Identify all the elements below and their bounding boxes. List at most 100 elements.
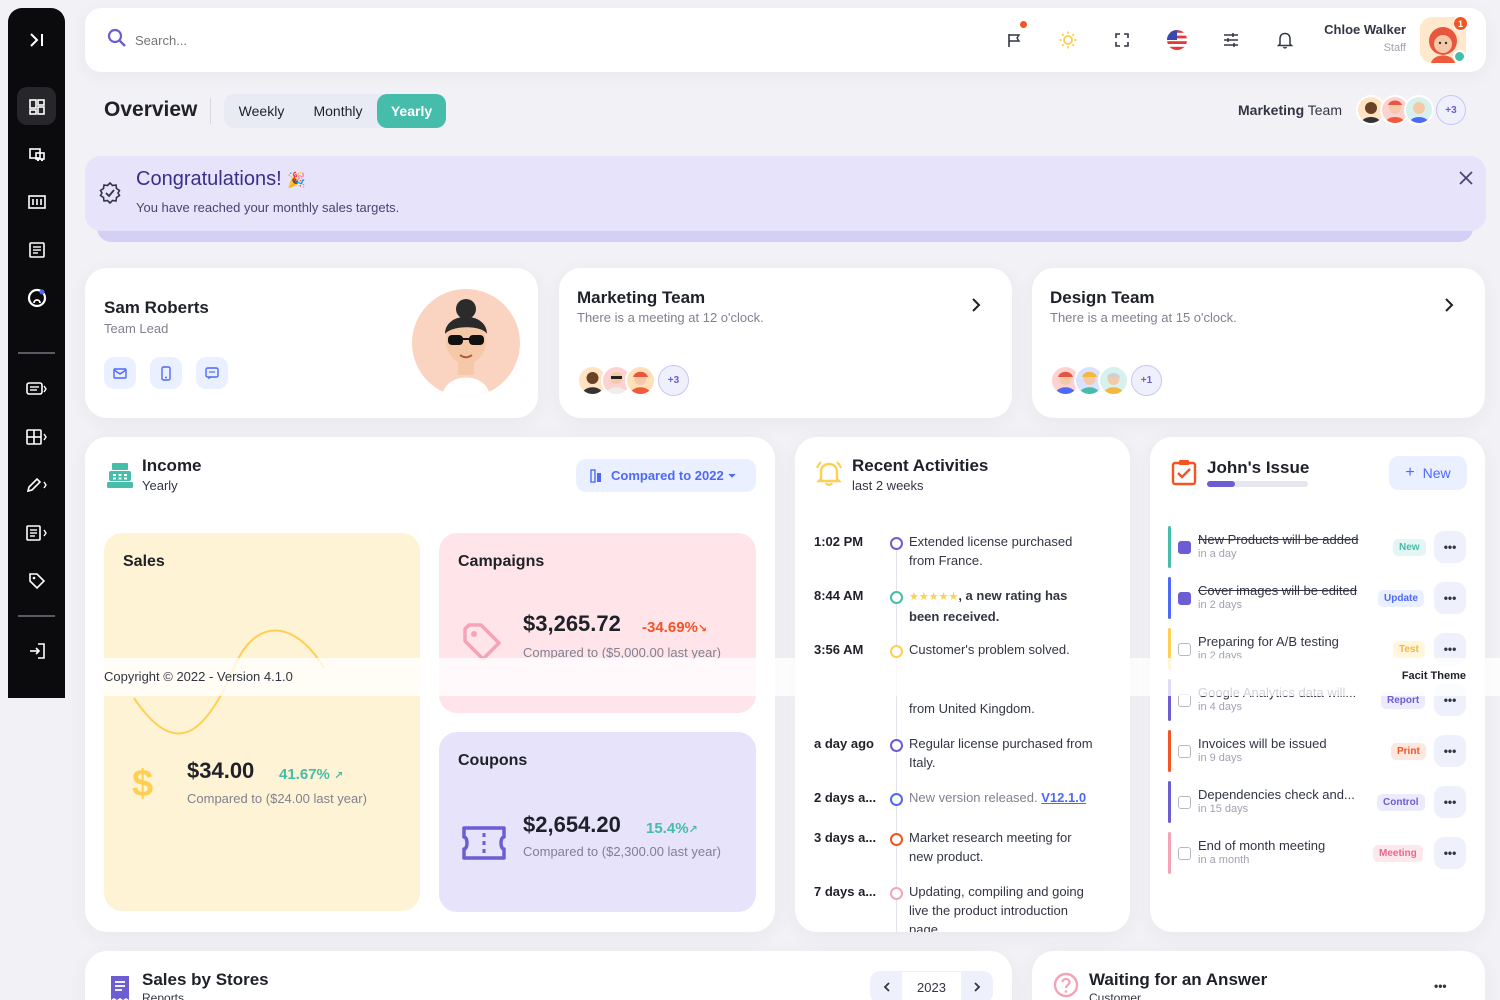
activity-time: 2 days a... [814, 790, 877, 805]
compare-icon [590, 468, 601, 483]
selected-year: 2023 [902, 971, 961, 1000]
question-circle-icon [1053, 972, 1079, 998]
sidebar-item-github[interactable] [8, 278, 65, 318]
sidebar-item-tags[interactable] [8, 561, 65, 601]
issue-checkbox[interactable] [1178, 643, 1191, 656]
activity-time: 1:02 PM [814, 534, 864, 549]
flag-button[interactable] [1000, 20, 1028, 54]
income-title: Income [142, 456, 202, 475]
sidebar-item-booking[interactable] [8, 134, 65, 174]
sidebar-item-dashboard[interactable] [8, 87, 65, 127]
activity-time: 8:44 AM [814, 588, 864, 603]
user-role: Staff [1383, 42, 1406, 54]
period-yearly[interactable]: Yearly [377, 94, 446, 128]
online-status-dot [1453, 50, 1466, 63]
issue-badge: Control [1377, 794, 1425, 811]
sidebar-divider [18, 615, 55, 617]
period-weekly[interactable]: Weekly [224, 94, 299, 128]
prev-year-button[interactable] [870, 971, 902, 1000]
car-icon [28, 148, 45, 162]
chat-icon [205, 366, 219, 379]
flag-badge [1019, 20, 1028, 29]
language-button[interactable] [1163, 26, 1191, 54]
message-button[interactable] [196, 357, 228, 389]
team-more-members[interactable]: +3 [658, 365, 689, 396]
email-button[interactable] [104, 357, 136, 389]
issue-checkbox[interactable] [1178, 592, 1191, 605]
trending-down-icon: ↘ [697, 623, 708, 635]
issue-badge: Update [1378, 590, 1424, 607]
sliders-icon [1224, 33, 1238, 47]
new-issue-button[interactable]: + New [1389, 456, 1467, 490]
version-link[interactable]: V12.1.0 [1041, 790, 1086, 805]
team-card-title: Marketing Team [577, 288, 706, 307]
flag-icon [1008, 34, 1021, 47]
team-more-members[interactable]: +1 [1131, 365, 1162, 396]
close-icon[interactable] [1459, 171, 1473, 185]
team-label-name: Marketing [1238, 102, 1305, 118]
issue-checkbox[interactable] [1178, 796, 1191, 809]
sidebar-item-edit[interactable] [8, 465, 65, 505]
chevron-right-icon[interactable] [971, 298, 981, 312]
next-year-button[interactable] [961, 971, 993, 1000]
plus-icon: + [1405, 464, 1415, 481]
search-input[interactable] [135, 30, 435, 50]
profile-avatar [412, 289, 520, 397]
activity-text: Extended license purchased from France. [909, 534, 1073, 568]
issue-more-button[interactable]: ••• [1434, 582, 1466, 614]
settings-button[interactable] [1217, 26, 1245, 54]
activity-text: New version released. V12.1.0 [909, 788, 1099, 807]
sun-icon [1059, 31, 1077, 49]
chevron-right-icon[interactable] [1444, 298, 1454, 312]
github-icon [27, 288, 46, 308]
brand-link[interactable]: Facit Theme [1402, 670, 1466, 682]
activities-subtitle: last 2 weeks [852, 478, 924, 493]
issue-badge: Print [1391, 743, 1426, 760]
issue-checkbox[interactable] [1178, 745, 1191, 758]
fullscreen-icon [1115, 33, 1129, 47]
more-options-button[interactable]: ••• [1434, 979, 1447, 993]
phone-button[interactable] [150, 357, 182, 389]
notifications-button[interactable] [1271, 26, 1299, 54]
issues-progress [1207, 481, 1308, 487]
team-card-marketing[interactable]: Marketing Team There is a meeting at 12 … [559, 268, 1012, 418]
sidebar-item-list[interactable] [8, 182, 65, 222]
team-card-design[interactable]: Design Team There is a meeting at 15 o'c… [1032, 268, 1485, 418]
sidebar-item-grid[interactable] [8, 417, 65, 457]
issue-badge: New [1393, 539, 1426, 556]
theme-toggle-button[interactable] [1054, 26, 1082, 54]
issue-more-button[interactable]: ••• [1434, 786, 1466, 818]
team-more-button[interactable]: +3 [1436, 95, 1466, 125]
compare-dropdown[interactable]: Compared to 2022 [576, 459, 756, 492]
fullscreen-button[interactable] [1108, 26, 1136, 54]
issue-more-button[interactable]: ••• [1434, 531, 1466, 563]
sidebar-toggle-button[interactable] [8, 20, 65, 60]
chevron-left-icon [883, 982, 890, 992]
sidebar-item-chat[interactable] [8, 369, 65, 409]
campaigns-value: $3,265.72 [523, 611, 621, 636]
issue-title: Preparing for A/B testing [1198, 634, 1339, 649]
issue-due: in 15 days [1198, 803, 1249, 815]
issue-checkbox[interactable] [1178, 847, 1191, 860]
activity-text: Market research meeting for new product. [909, 830, 1072, 864]
activity-text: Regular license purchased from Italy. [909, 736, 1093, 770]
team-card-subtitle: There is a meeting at 15 o'clock. [1050, 310, 1237, 325]
sales-tile[interactable]: Sales $ $34.00 41.67% ↗ Compared to ($24… [104, 533, 420, 911]
user-info[interactable]: Chloe Walker Staff [1324, 22, 1406, 54]
team-label: Marketing Team [1238, 102, 1342, 118]
sidebar [8, 8, 65, 698]
issue-due: in 9 days [1198, 752, 1243, 764]
sidebar-item-login[interactable] [8, 631, 65, 671]
sidebar-item-docs[interactable] [8, 513, 65, 553]
period-monthly[interactable]: Monthly [299, 94, 377, 128]
bell-alert-icon [816, 461, 842, 486]
sidebar-item-notes[interactable] [8, 230, 65, 270]
income-period: Yearly [142, 478, 178, 493]
pen-icon [26, 477, 47, 493]
team-avatar[interactable] [1404, 95, 1434, 125]
issue-checkbox[interactable] [1178, 541, 1191, 554]
issue-title: New Products will be added [1198, 532, 1359, 547]
issue-more-button[interactable]: ••• [1434, 837, 1466, 869]
issue-more-button[interactable]: ••• [1434, 735, 1466, 767]
coupons-tile[interactable]: Coupons $2,654.20 15.4%↗ Compared to ($2… [439, 732, 756, 912]
